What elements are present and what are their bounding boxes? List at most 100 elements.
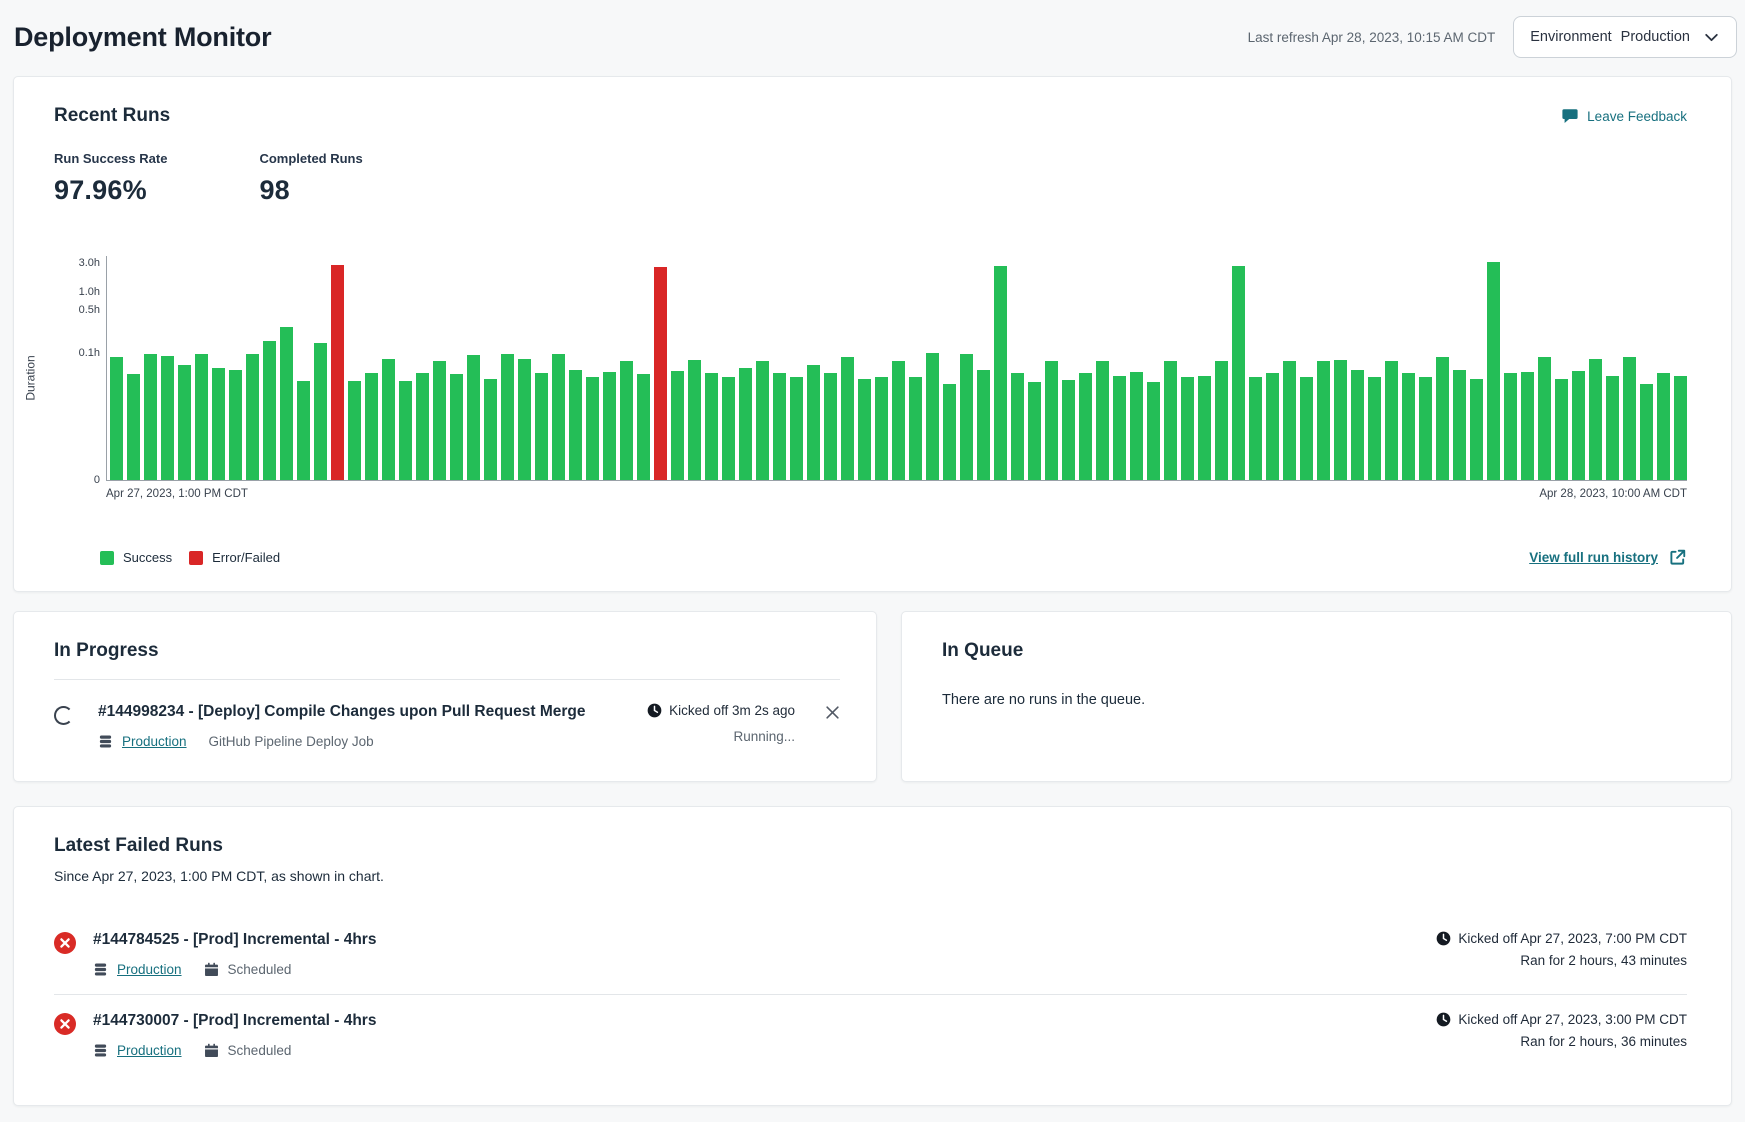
run-bar-success[interactable] [569,370,582,480]
environment-link[interactable]: Production [117,962,182,977]
run-bar-success[interactable] [824,373,837,480]
run-bar-success[interactable] [246,354,259,480]
run-bar-success[interactable] [144,354,157,480]
run-bar-success[interactable] [1266,373,1279,480]
run-bar-success[interactable] [161,356,174,480]
run-bar-success[interactable] [739,368,752,480]
run-bar-success[interactable] [875,377,888,480]
run-bar-success[interactable] [1062,380,1075,480]
run-bar-success[interactable] [1589,359,1602,480]
run-bar-success[interactable] [1368,377,1381,480]
environment-link[interactable]: Production [122,734,187,749]
run-bar-success[interactable] [637,374,650,480]
run-bar-success[interactable] [263,341,276,480]
run-bar-success[interactable] [1640,384,1653,480]
run-bar-success[interactable] [892,361,905,480]
run-bar-success[interactable] [535,373,548,480]
close-icon[interactable] [825,705,840,720]
run-bar-success[interactable] [1351,370,1364,480]
run-bar-success[interactable] [501,354,514,480]
run-bar-success[interactable] [1283,361,1296,480]
run-bar-success[interactable] [127,374,140,480]
run-bar-success[interactable] [110,357,123,481]
run-bar-success[interactable] [620,361,633,480]
run-bar-success[interactable] [1300,377,1313,480]
run-bar-success[interactable] [1317,361,1330,480]
run-bar-success[interactable] [841,357,854,480]
run-bar-success[interactable] [994,266,1007,480]
run-bar-success[interactable] [229,370,242,481]
environment-link[interactable]: Production [117,1043,182,1058]
run-bar-success[interactable] [1555,379,1568,480]
run-bar-success[interactable] [1164,361,1177,480]
run-bar-success[interactable] [1402,373,1415,480]
run-bar-success[interactable] [1096,361,1109,480]
run-bar-success[interactable] [399,381,412,480]
run-bar-success[interactable] [1436,357,1449,480]
run-bar-success[interactable] [1198,376,1211,480]
run-bar-success[interactable] [1079,373,1092,480]
run-bar-success[interactable] [1028,382,1041,480]
run-bar-success[interactable] [756,361,769,480]
run-bar-success[interactable] [1147,382,1160,480]
run-bar-success[interactable] [688,360,701,480]
run-bar-success[interactable] [1334,360,1347,480]
run-bar-success[interactable] [586,377,599,480]
run-bar-success[interactable] [297,381,310,480]
run-bar-success[interactable] [1113,376,1126,481]
run-bar-success[interactable] [416,373,429,480]
run-bar-success[interactable] [1215,361,1228,480]
run-bar-success[interactable] [671,371,684,480]
run-bar-success[interactable] [484,379,497,480]
run-bar-success[interactable] [552,354,565,480]
leave-feedback-link[interactable]: Leave Feedback [1561,107,1687,125]
run-bar-success[interactable] [1011,373,1024,480]
run-bar-success[interactable] [382,359,395,480]
run-bar-success[interactable] [1623,357,1636,480]
run-bar-success[interactable] [926,353,939,480]
run-bar-success[interactable] [943,384,956,480]
run-bar-success[interactable] [909,377,922,480]
run-bar-success[interactable] [722,377,735,480]
run-bar-success[interactable] [1521,372,1534,480]
run-bar-success[interactable] [1487,262,1500,480]
view-full-run-history-link[interactable]: View full run history [1529,548,1687,567]
run-bar-success[interactable] [280,327,293,480]
run-bar-success[interactable] [1453,370,1466,480]
run-bar-success[interactable] [603,372,616,480]
run-bar-success[interactable] [365,373,378,480]
run-bar-success[interactable] [433,361,446,480]
run-bar-success[interactable] [518,359,531,480]
run-bar-success[interactable] [348,381,361,480]
run-bar-success[interactable] [858,379,871,480]
run-bar-success[interactable] [1674,376,1687,480]
run-bar-success[interactable] [1385,361,1398,480]
run-bar-success[interactable] [1538,357,1551,480]
run-bar-success[interactable] [1232,266,1245,480]
run-bar-success[interactable] [705,373,718,480]
run-bar-success[interactable] [467,355,480,480]
run-bar-success[interactable] [212,368,225,480]
run-bar-success[interactable] [314,343,327,480]
run-bar-success[interactable] [450,374,463,480]
run-bar-failed[interactable] [331,265,344,480]
run-bar-success[interactable] [1045,361,1058,480]
run-bar-success[interactable] [977,370,990,480]
run-bar-failed[interactable] [654,267,667,481]
environment-dropdown[interactable]: Environment Production [1513,16,1737,58]
run-bar-success[interactable] [1606,376,1619,481]
run-bar-success[interactable] [1470,379,1483,480]
run-bar-success[interactable] [960,354,973,480]
run-bar-success[interactable] [807,365,820,480]
run-bar-success[interactable] [1130,372,1143,480]
run-bar-success[interactable] [790,377,803,480]
run-bar-success[interactable] [1181,377,1194,480]
run-bar-success[interactable] [1249,377,1262,480]
run-bar-success[interactable] [195,354,208,480]
run-bar-success[interactable] [1504,373,1517,480]
run-bar-success[interactable] [1572,371,1585,480]
run-bar-success[interactable] [773,373,786,480]
run-bar-success[interactable] [1657,373,1670,480]
run-bar-success[interactable] [1419,377,1432,480]
run-bar-success[interactable] [178,365,191,480]
